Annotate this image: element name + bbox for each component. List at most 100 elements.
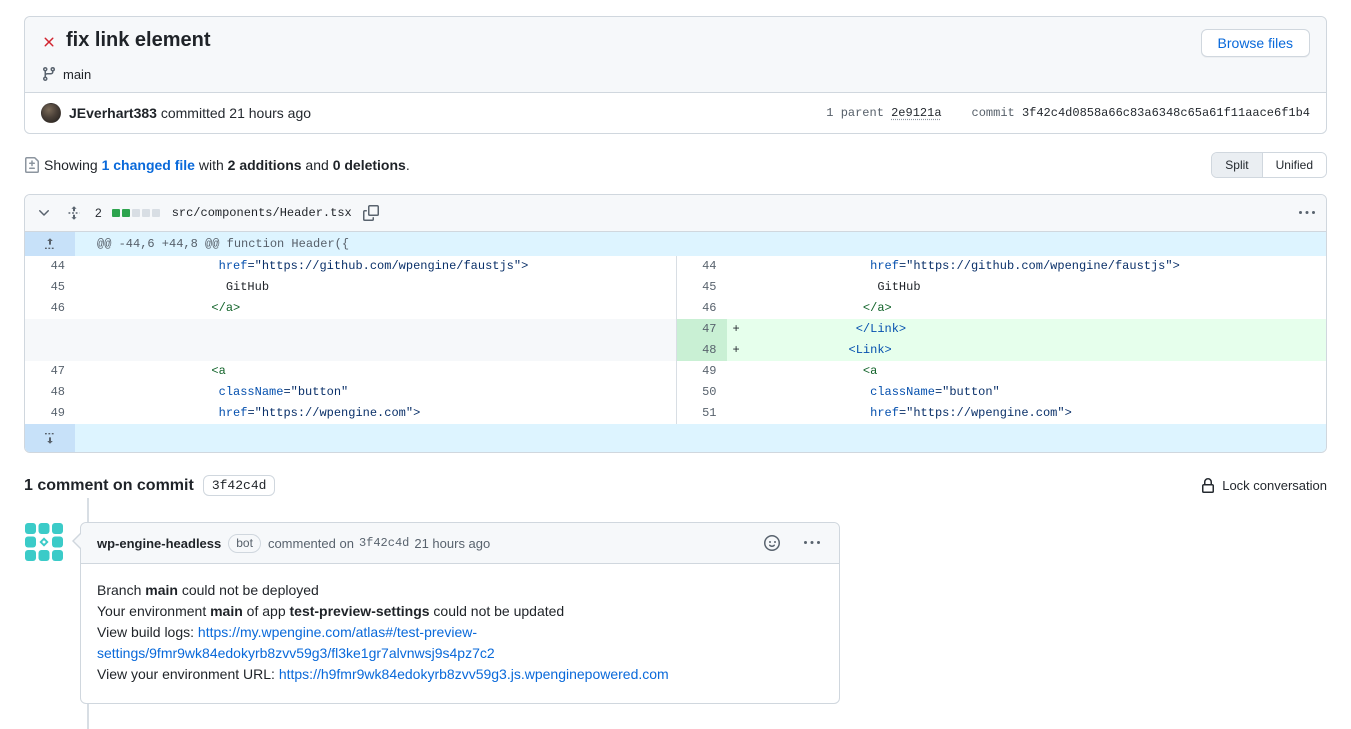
line-number[interactable]: 45 — [677, 277, 727, 298]
wp-engine-logo-icon — [24, 522, 64, 562]
lock-conversation-button[interactable]: Lock conversation — [1200, 478, 1327, 494]
diff-line: 49 href="https://wpengine.com"> — [25, 403, 676, 424]
code-text: </a> — [75, 298, 676, 319]
comment-body: Branch main could not be deployedYour en… — [81, 564, 839, 703]
code-text: className="button" — [75, 382, 676, 403]
comment-box: wp-engine-headless bot commented on 3f42… — [80, 522, 840, 704]
page: fix link element Browse files main JEver… — [0, 16, 1351, 704]
diff-view-toggle: Split Unified — [1211, 152, 1327, 178]
unfold-icon — [66, 205, 82, 221]
committed-text: committed 21 hours ago — [157, 105, 311, 121]
add-reaction-button[interactable] — [761, 532, 783, 554]
diff-line: 47+ </Link> — [677, 319, 1327, 340]
line-number[interactable]: 46 — [25, 298, 75, 319]
comments-heading: 1 comment on commit — [24, 477, 194, 495]
line-number[interactable]: 44 — [677, 256, 727, 277]
diff-line: 50 className="button" — [677, 382, 1327, 403]
bot-badge: bot — [228, 534, 261, 553]
code-text: + <Link> — [727, 340, 1327, 361]
line-number[interactable]: 51 — [677, 403, 727, 424]
file-changes-count: 2 — [95, 206, 102, 220]
comment-author-link[interactable]: wp-engine-headless — [97, 536, 221, 551]
changed-files-link[interactable]: 1 changed file — [102, 157, 195, 173]
commit-banner: fix link element Browse files main — [25, 17, 1326, 92]
author-avatar[interactable] — [41, 103, 61, 123]
parent-sha-link[interactable]: 2e9121a — [891, 106, 941, 120]
line-number[interactable]: 48 — [25, 382, 75, 403]
line-number[interactable]: 45 — [25, 277, 75, 298]
comment-options-button[interactable] — [801, 532, 823, 554]
bot-avatar[interactable] — [24, 522, 64, 562]
collapse-file-button[interactable] — [33, 202, 55, 224]
diff-line: 49 <a — [677, 361, 1327, 382]
diff-line: 44 href="https://github.com/wpengine/fau… — [25, 256, 676, 277]
hunk-header-row: @@ -44,6 +44,8 @@ function Header({ — [25, 232, 1326, 256]
code-text: href="https://github.com/wpengine/faustj… — [727, 256, 1327, 277]
expand-all-button[interactable] — [63, 202, 85, 224]
diff-stat-block-empty — [142, 209, 150, 217]
with-text: with — [195, 157, 228, 173]
diff-line: 45 GitHub — [25, 277, 676, 298]
code-text: href="https://wpengine.com"> — [727, 403, 1327, 424]
unified-view-button[interactable]: Unified — [1262, 153, 1326, 177]
commit-status-failed-icon[interactable] — [41, 34, 57, 50]
commit-meta-bar: JEverhart383 committed 21 hours ago 1 pa… — [25, 92, 1326, 133]
comment-text: could not be updated — [430, 603, 565, 619]
comment-text: test-preview-settings — [290, 603, 430, 619]
diff-line: 51 href="https://wpengine.com"> — [677, 403, 1327, 424]
line-number[interactable]: 49 — [677, 361, 727, 382]
comment-timestamp: 21 hours ago — [414, 536, 490, 551]
split-view-button[interactable]: Split — [1212, 153, 1261, 177]
diff-line: 48+ <Link> — [677, 340, 1327, 361]
author-link[interactable]: JEverhart383 — [69, 105, 157, 121]
diff-line: 45 GitHub — [677, 277, 1327, 298]
browse-files-button[interactable]: Browse files — [1201, 29, 1310, 57]
diff-split-view: 44 href="https://github.com/wpengine/fau… — [25, 256, 1326, 424]
addition-sign: + — [727, 319, 741, 340]
code-text: GitHub — [75, 277, 676, 298]
line-number[interactable]: 44 — [25, 256, 75, 277]
file-path-link[interactable]: src/components/Header.tsx — [172, 206, 352, 220]
diff-empty-block — [25, 319, 676, 361]
diff-stat-blocks — [112, 209, 160, 217]
file-diff-icon — [24, 157, 40, 173]
comment-header: wp-engine-headless bot commented on 3f42… — [81, 523, 839, 564]
diff-pane-right: 44 href="https://github.com/wpengine/fau… — [676, 256, 1327, 424]
commit-sha: 3f42c4d0858a66c83a6348c65a61f11aace6f1b4 — [1022, 106, 1310, 120]
line-number[interactable]: 48 — [677, 340, 727, 361]
expand-down-button[interactable] — [25, 424, 75, 452]
deletions-count: 0 deletions — [333, 157, 406, 173]
comment-text: of app — [243, 603, 290, 619]
comment-link[interactable]: https://h9fmr9wk84edokyrb8zvv59g3.js.wpe… — [279, 666, 669, 682]
expander-row — [25, 424, 1326, 452]
line-number[interactable]: 47 — [25, 361, 75, 382]
expand-up-button[interactable] — [25, 232, 75, 256]
parent-info: 1 parent 2e9121a — [826, 106, 941, 120]
copy-path-button[interactable] — [360, 202, 382, 224]
commit-sha-chip: 3f42c4d — [203, 475, 276, 496]
period-text: . — [406, 157, 410, 173]
comment-line: Your environment main of app test-previe… — [97, 601, 823, 622]
diff-line: 48 className="button" — [25, 382, 676, 403]
line-number[interactable]: 46 — [677, 298, 727, 319]
diff-line: 46 </a> — [677, 298, 1327, 319]
line-number[interactable]: 50 — [677, 382, 727, 403]
file-options-button[interactable] — [1296, 202, 1318, 224]
code-text: <a — [75, 361, 676, 382]
code-text: GitHub — [727, 277, 1327, 298]
comment-thread: wp-engine-headless bot commented on 3f42… — [24, 522, 1327, 704]
line-number[interactable]: 47 — [677, 319, 727, 340]
kebab-icon — [1299, 205, 1315, 221]
diff-stat-block-empty — [152, 209, 160, 217]
line-number[interactable]: 49 — [25, 403, 75, 424]
addition-sign: + — [727, 340, 741, 361]
comment-text: View build logs: — [97, 624, 198, 640]
comment-line: Branch main could not be deployed — [97, 580, 823, 601]
hunk-header-text: @@ -44,6 +44,8 @@ function Header({ — [75, 232, 349, 256]
comment-line: View build logs: https://my.wpengine.com… — [97, 622, 823, 664]
comment-text: main — [210, 603, 243, 619]
expand-up-icon — [42, 236, 58, 252]
and-text: and — [302, 157, 333, 173]
comment-action-text: commented on — [268, 536, 354, 551]
comment-sha-link[interactable]: 3f42c4d — [359, 536, 409, 550]
